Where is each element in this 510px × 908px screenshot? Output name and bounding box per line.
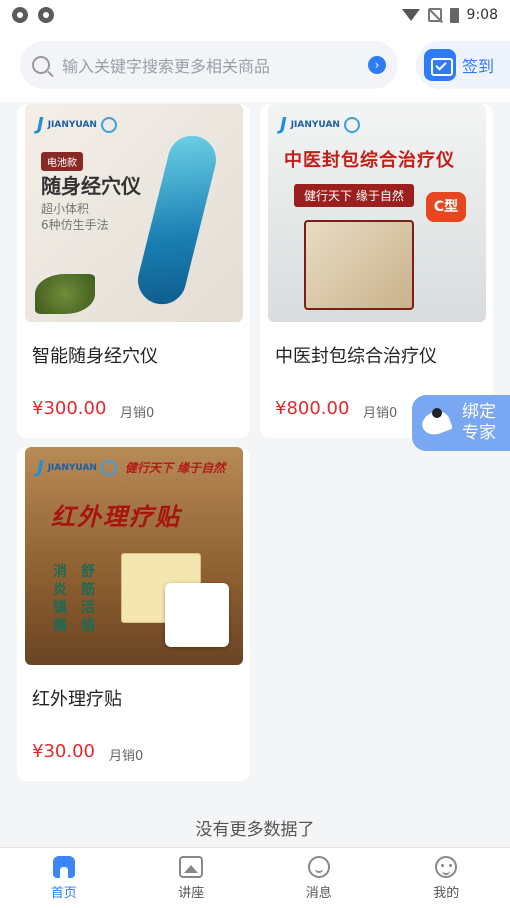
image-slogan: 健行天下 缘于自然 xyxy=(125,461,226,475)
tab-message[interactable]: 消息 xyxy=(255,848,383,908)
image-slogan: 健行天下 缘于自然 xyxy=(294,184,414,207)
no-more-data-text: 没有更多数据了 xyxy=(195,820,315,840)
leaf-decoration xyxy=(35,274,95,314)
wifi-icon xyxy=(401,9,420,21)
image-headline: 随身经穴仪 xyxy=(41,174,141,198)
bind-expert-line2: 专家 xyxy=(462,423,496,443)
device-shape xyxy=(132,130,222,310)
product-card[interactable]: J JIANYUAN 电池款 随身经穴仪 超小体积 6种仿生手法 智能随身经穴仪 … xyxy=(17,104,250,438)
tab-label: 首页 xyxy=(50,886,77,901)
product-sales: 月销0 xyxy=(363,406,398,421)
profile-icon xyxy=(435,856,458,878)
product-sales: 月销0 xyxy=(120,406,155,421)
product-title: 智能随身经穴仪 xyxy=(32,346,158,367)
notification-icon xyxy=(12,7,28,23)
image-tag: 电池款 xyxy=(41,152,83,171)
product-image: J JIANYUAN 中医封包综合治疗仪 健行天下 缘于自然 C型 xyxy=(268,104,486,322)
tab-label: 消息 xyxy=(305,886,332,901)
product-title: 中医封包综合治疗仪 xyxy=(275,346,437,367)
tab-lecture[interactable]: 讲座 xyxy=(128,848,256,908)
image-headline: 红外理疗贴 xyxy=(51,503,181,531)
message-icon xyxy=(307,856,330,878)
product-image: J JIANYUAN 健行天下 缘于自然 红外理疗贴 消炎镇痛 舒筋活络 xyxy=(25,447,243,665)
status-time: 9:08 xyxy=(466,7,498,23)
header: 输入关键字搜索更多相关商品 › 签到 xyxy=(0,30,510,102)
product-price: ¥800.00 xyxy=(275,398,350,419)
image-line2: 6种仿生手法 xyxy=(41,218,109,232)
status-bar: 9:08 xyxy=(0,0,510,30)
bird-icon xyxy=(420,404,458,442)
notification-icon xyxy=(38,7,54,23)
tab-bar: 首页 讲座 消息 我的 xyxy=(0,847,510,908)
product-box-shape xyxy=(304,220,414,310)
no-signal-icon xyxy=(427,8,442,22)
battery-icon xyxy=(449,7,459,23)
signin-button[interactable]: 签到 xyxy=(416,41,510,89)
product-sales: 月销0 xyxy=(109,749,144,764)
product-card[interactable]: J JIANYUAN 健行天下 缘于自然 红外理疗贴 消炎镇痛 舒筋活络 红外理疗… xyxy=(17,447,250,781)
home-icon xyxy=(52,856,75,878)
lecture-icon xyxy=(179,856,204,878)
bind-expert-line1: 绑定 xyxy=(462,402,496,422)
image-left-col: 消炎镇痛 xyxy=(53,564,67,634)
image-right-col: 舒筋活络 xyxy=(81,564,95,634)
bind-expert-button[interactable]: 绑定 专家 xyxy=(412,395,510,451)
search-bar[interactable]: 输入关键字搜索更多相关商品 › xyxy=(20,41,398,89)
tab-label: 讲座 xyxy=(178,886,205,901)
tab-label: 我的 xyxy=(433,886,460,901)
image-badge: C型 xyxy=(426,192,466,222)
search-icon xyxy=(32,56,50,74)
product-title: 红外理疗贴 xyxy=(32,689,122,710)
product-price: ¥30.00 xyxy=(32,741,95,762)
product-card[interactable]: J JIANYUAN 中医封包综合治疗仪 健行天下 缘于自然 C型 中医封包综合治… xyxy=(260,104,493,438)
image-headline: 中医封包综合治疗仪 xyxy=(284,150,455,171)
image-line1: 超小体积 xyxy=(41,202,90,216)
signin-label: 签到 xyxy=(462,57,495,76)
brand-logo: J JIANYUAN xyxy=(37,457,117,478)
search-input[interactable]: 输入关键字搜索更多相关商品 xyxy=(62,53,368,77)
brand-logo: J JIANYUAN xyxy=(37,114,117,135)
product-price: ¥300.00 xyxy=(32,398,107,419)
calendar-check-icon xyxy=(424,49,456,81)
brand-logo: J JIANYUAN xyxy=(280,114,360,135)
product-image: J JIANYUAN 电池款 随身经穴仪 超小体积 6种仿生手法 xyxy=(25,104,243,322)
patch-shape xyxy=(165,583,229,647)
tab-profile[interactable]: 我的 xyxy=(383,848,510,908)
search-go-icon[interactable]: › xyxy=(368,56,386,74)
tab-home[interactable]: 首页 xyxy=(0,848,128,908)
